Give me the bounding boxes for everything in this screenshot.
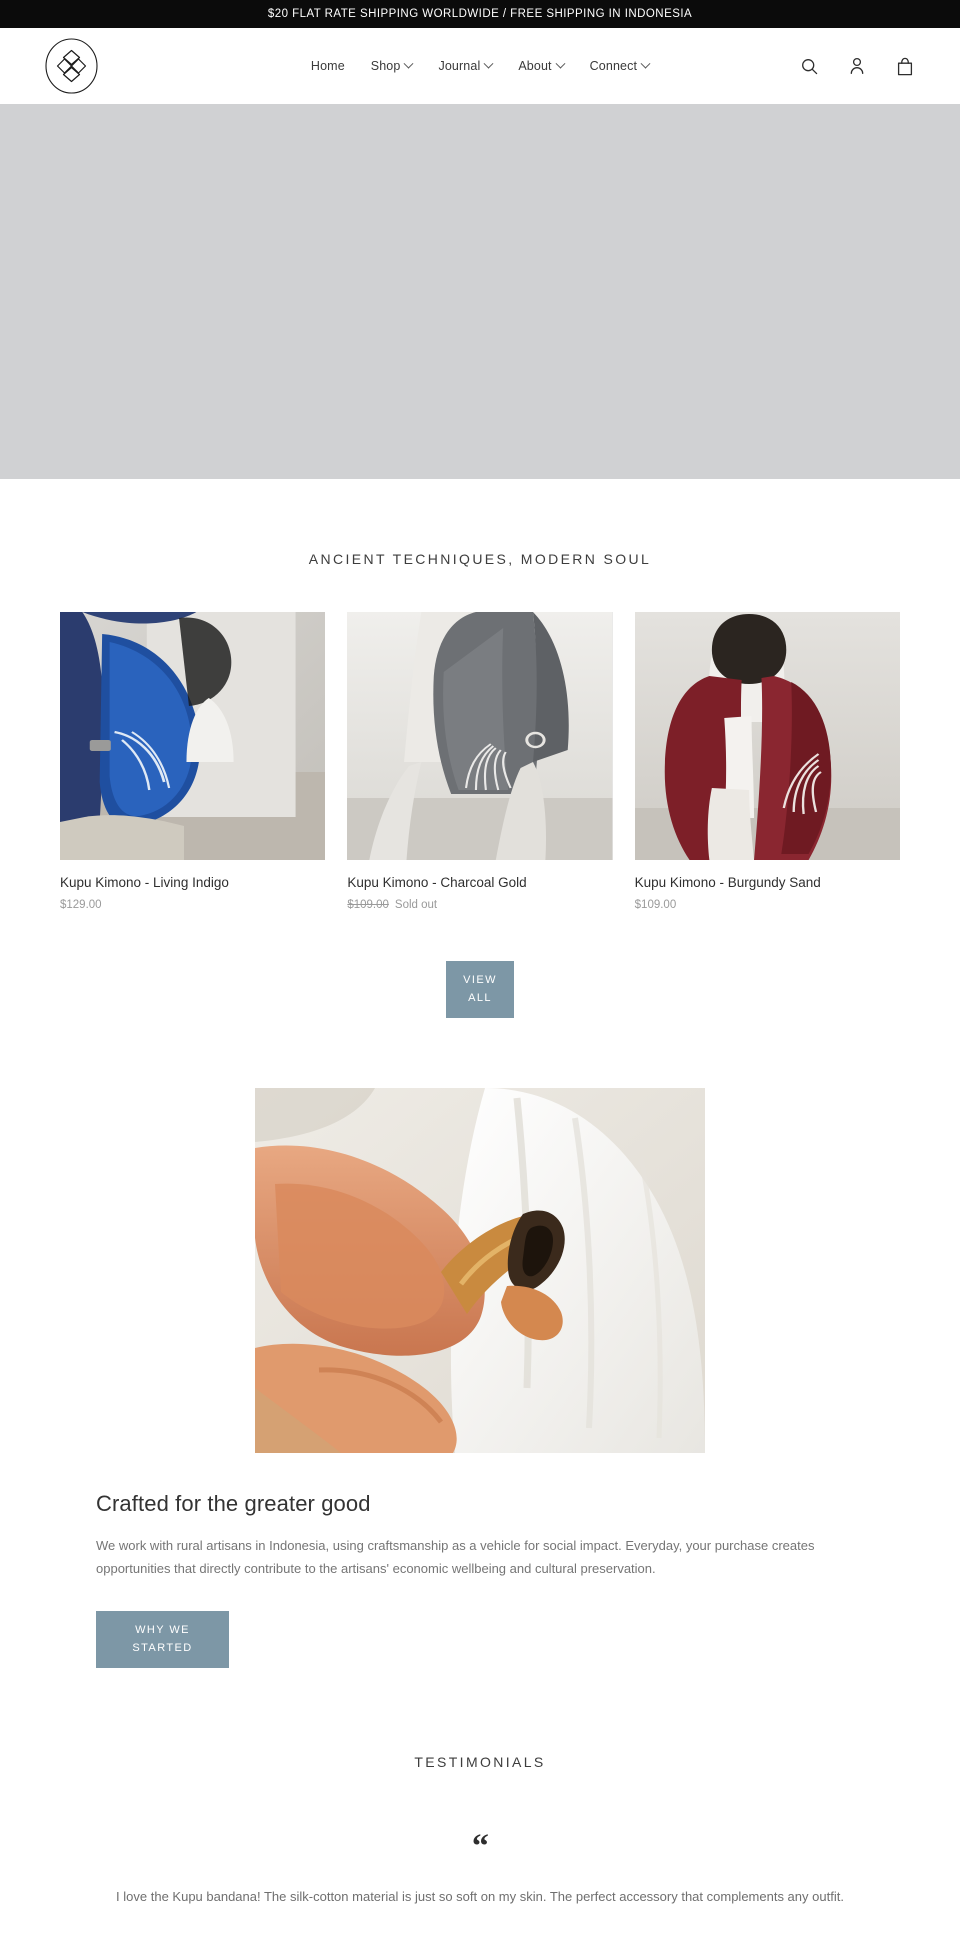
product-price: $129.00 — [60, 899, 102, 912]
nav-item-connect[interactable]: Connect — [577, 53, 662, 79]
nav-label: About — [518, 59, 552, 73]
chevron-down-icon — [483, 58, 494, 69]
nav-label: Home — [310, 59, 345, 73]
product-image-wrap[interactable] — [347, 612, 613, 860]
nav-label: Connect — [589, 59, 638, 73]
story-section: Crafted for the greater good We work wit… — [0, 1018, 960, 1669]
search-button[interactable] — [798, 54, 820, 78]
chevron-down-icon — [640, 58, 651, 69]
product-photo — [634, 612, 900, 860]
product-sold-out-badge: Sold out — [394, 899, 438, 912]
site-header: Home Shop Journal About Connect — [0, 28, 960, 104]
why-we-started-button[interactable]: Why we started — [96, 1610, 229, 1669]
page-root: $20 FLAT RATE SHIPPING WORLDWIDE / FREE … — [0, 0, 960, 1948]
product-card[interactable]: Kupu Kimono - Charcoal Gold $109.00 Sold… — [347, 612, 613, 911]
user-icon — [850, 57, 864, 75]
product-compare-at-price: $109.00 — [347, 899, 389, 912]
featured-collection-section: ANCIENT TECHNIQUES, MODERN SOUL Kupu Kim… — [0, 479, 960, 1019]
story-heading: Crafted for the greater good — [96, 1491, 371, 1517]
product-photo — [60, 612, 326, 860]
chevron-down-icon — [404, 58, 414, 69]
shopping-bag-icon — [897, 57, 913, 75]
search-icon — [801, 58, 817, 74]
view-all-wrap: View all — [0, 961, 960, 1019]
product-card[interactable]: Kupu Kimono - Living Indigo $129.00 — [60, 612, 326, 911]
product-title: Kupu Kimono - Burgundy Sand — [634, 875, 821, 890]
product-image-wrap[interactable] — [634, 612, 900, 860]
story-image-wrap — [0, 1088, 960, 1454]
testimonials-title: TESTIMONIALS — [414, 1754, 546, 1771]
product-price-row: $109.00 — [635, 899, 900, 911]
nav-item-home[interactable]: Home — [298, 53, 358, 79]
product-image-wrap[interactable] — [60, 612, 326, 860]
nav-label: Journal — [438, 59, 481, 73]
product-title: Kupu Kimono - Living Indigo — [60, 875, 229, 890]
hero-banner[interactable] — [0, 104, 960, 479]
product-photo — [347, 612, 613, 860]
site-logo[interactable] — [44, 37, 99, 95]
story-text: We work with rural artisans in Indonesia… — [96, 1538, 815, 1577]
featured-section-title: ANCIENT TECHNIQUES, MODERN SOUL — [308, 551, 652, 567]
product-title: Kupu Kimono - Charcoal Gold — [347, 875, 527, 890]
story-image — [255, 1088, 705, 1454]
nav-label: Shop — [370, 59, 401, 73]
product-price: $109.00 — [634, 899, 677, 912]
nav-item-shop[interactable]: Shop — [358, 53, 426, 79]
header-actions — [798, 54, 916, 78]
product-price-row: $109.00 Sold out — [347, 899, 612, 911]
testimonials-section: TESTIMONIALS “ I love the Kupu bandana! … — [0, 1668, 960, 1948]
announcement-bar: $20 FLAT RATE SHIPPING WORLDWIDE / FREE … — [0, 0, 960, 28]
account-button[interactable] — [846, 54, 868, 78]
product-card[interactable]: Kupu Kimono - Burgundy Sand $109.00 — [634, 612, 900, 911]
chevron-down-icon — [555, 58, 566, 69]
product-price-row: $129.00 — [60, 899, 325, 911]
testimonial-quote: I love the Kupu bandana! The silk-cotton… — [116, 1889, 844, 1905]
nav-item-journal[interactable]: Journal — [425, 53, 505, 79]
announcement-text: $20 FLAT RATE SHIPPING WORLDWIDE / FREE … — [267, 8, 693, 20]
story-body: Crafted for the greater good We work wit… — [0, 1491, 960, 1669]
nav-item-about[interactable]: About — [505, 53, 576, 79]
view-all-button[interactable]: View all — [446, 961, 514, 1019]
quote-mark-icon: “ — [471, 1828, 489, 1866]
product-grid: Kupu Kimono - Living Indigo $129.00 Kupu… — [0, 612, 960, 911]
cart-button[interactable] — [894, 54, 916, 78]
